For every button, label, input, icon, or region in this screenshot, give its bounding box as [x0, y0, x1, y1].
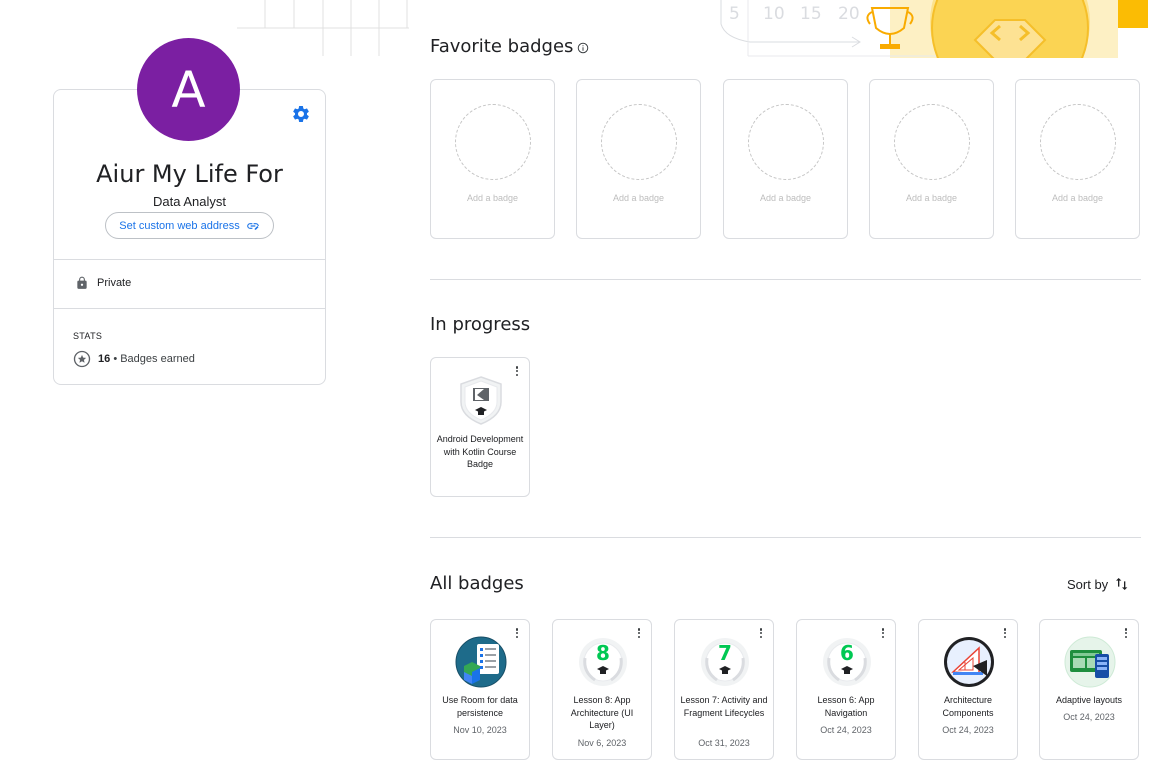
header-number: 20: [838, 4, 860, 24]
badge-card[interactable]: Adaptive layouts Oct 24, 2023: [1039, 619, 1139, 760]
empty-badge-placeholder: [601, 104, 677, 180]
lesson-number: 8: [596, 641, 610, 665]
badges-earned-stat: 16 • Badges earned: [73, 350, 195, 368]
badge-name: Lesson 8: App Architecture (UI Layer): [570, 695, 634, 730]
in-progress-title: In progress: [430, 314, 531, 335]
sort-icon: [1116, 578, 1128, 590]
lock-icon: [77, 276, 87, 289]
architecture-icon: [944, 637, 994, 687]
more-options-icon[interactable]: [756, 626, 766, 640]
header-trophy-art: [720, 0, 1148, 58]
link-edit-icon: [246, 222, 259, 230]
add-badge-label: Add a badge: [612, 193, 665, 203]
privacy-label: Private: [97, 277, 132, 289]
header-number: 10: [763, 4, 785, 24]
profile-title: Data Analyst: [153, 194, 226, 209]
badge-card[interactable]: Architecture Components Oct 24, 2023: [918, 619, 1018, 760]
more-options-icon[interactable]: [634, 626, 644, 640]
badge-name: Architecture Components: [942, 695, 994, 718]
header-number: 15: [800, 4, 822, 24]
sort-by-button[interactable]: Sort by: [1067, 576, 1130, 592]
lesson-number: 7: [718, 641, 732, 665]
badge-name: Use Room for data persistence: [442, 695, 518, 718]
favorite-badges-title: Favorite badges: [430, 36, 574, 57]
badge-date: Oct 24, 2023: [1063, 712, 1115, 722]
adaptive-layouts-icon: [1064, 636, 1116, 688]
empty-badge-placeholder: [894, 104, 970, 180]
profile-divider: [54, 308, 325, 309]
header-number: 5: [729, 4, 740, 24]
badge-name: Adaptive layouts: [1055, 695, 1123, 705]
more-options-icon[interactable]: [1121, 626, 1131, 640]
section-divider: [430, 279, 1141, 280]
lesson-badge-icon: 6: [823, 638, 871, 686]
empty-badge-placeholder: [1040, 104, 1116, 180]
badge-date: Nov 6, 2023: [577, 738, 627, 748]
star-circle-icon: [73, 350, 91, 368]
privacy-setting[interactable]: Private: [75, 275, 131, 291]
custom-url-label: Set custom web address: [119, 219, 240, 232]
add-badge-label: Add a badge: [759, 193, 812, 203]
more-options-icon[interactable]: [512, 364, 522, 378]
add-badge-label: Add a badge: [905, 193, 958, 203]
add-badge-label: Add a badge: [1051, 193, 1104, 203]
profile-name: Aiur My Life For: [96, 160, 283, 188]
avatar[interactable]: A: [137, 38, 240, 141]
badge-name: Lesson 7: Activity and Fragment Lifecycl…: [680, 695, 768, 718]
add-badge-label: Add a badge: [466, 193, 519, 203]
profile-divider: [54, 259, 325, 260]
badges-earned-label: • Badges earned: [113, 353, 195, 365]
badge-date: Oct 24, 2023: [820, 725, 872, 735]
stats-heading: STATS: [73, 331, 103, 341]
header-grid-decoration: [237, 0, 409, 56]
more-options-icon[interactable]: [1000, 626, 1010, 640]
more-options-icon[interactable]: [878, 626, 888, 640]
empty-badge-placeholder: [455, 104, 531, 180]
badge-card[interactable]: 6 Lesson 6: App Navigation Oct 24, 2023: [796, 619, 896, 760]
badge-date: Oct 31, 2023: [698, 738, 750, 748]
info-icon[interactable]: [577, 42, 589, 54]
empty-badge-placeholder: [748, 104, 824, 180]
badges-earned-count: 16: [98, 353, 111, 365]
room-database-icon: [455, 636, 507, 688]
badge-name: Lesson 6: App Navigation: [817, 695, 875, 718]
favorite-badge-slot[interactable]: Add a badge: [723, 79, 848, 239]
favorite-badge-slot[interactable]: Add a badge: [869, 79, 994, 239]
all-badges-title: All badges: [430, 573, 524, 594]
badge-card[interactable]: 8 Lesson 8: App Architecture (UI Layer) …: [552, 619, 652, 760]
favorite-badge-slot[interactable]: Add a badge: [430, 79, 555, 239]
favorite-badge-slot[interactable]: Add a badge: [1015, 79, 1140, 239]
more-options-icon[interactable]: [512, 626, 522, 640]
gear-icon[interactable]: [291, 104, 311, 124]
sort-label: Sort by: [1067, 576, 1109, 592]
in-progress-badge-card[interactable]: Android Development with Kotlin Course B…: [430, 357, 530, 497]
badge-date: Nov 10, 2023: [453, 725, 507, 735]
badge-date: Oct 24, 2023: [942, 725, 994, 735]
lesson-badge-icon: 8: [579, 638, 627, 686]
badge-card[interactable]: Use Room for data persistence Nov 10, 20…: [430, 619, 530, 760]
badge-card[interactable]: 7 Lesson 7: Activity and Fragment Lifecy…: [674, 619, 774, 760]
lesson-number: 6: [840, 641, 854, 665]
lesson-badge-icon: 7: [701, 638, 749, 686]
badge-name: Android Development with Kotlin Course B…: [436, 434, 524, 469]
set-custom-web-address-button[interactable]: Set custom web address: [105, 212, 274, 239]
header-trophy-decoration: 5 10 15 20: [720, 0, 1161, 58]
favorite-badge-slot[interactable]: Add a badge: [576, 79, 701, 239]
section-divider: [430, 537, 1141, 538]
kotlin-course-badge-icon: [460, 376, 502, 425]
